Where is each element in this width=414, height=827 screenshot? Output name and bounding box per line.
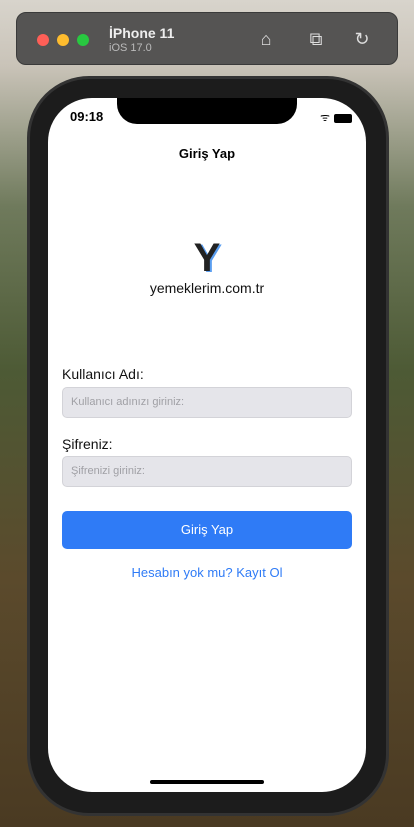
battery-icon [334, 113, 352, 123]
close-window-button[interactable] [37, 34, 49, 46]
wifi-icon: ᯤ [319, 112, 330, 124]
password-label: Şifreniz: [62, 436, 113, 452]
rotate-icon[interactable]: ↻ [350, 27, 374, 51]
register-link[interactable]: Hesabın yok mu? Kayıt Ol [48, 565, 366, 580]
device-name: İPhone 11 [109, 25, 175, 41]
status-time: 09:18 [70, 109, 104, 124]
username-label: Kullanıcı Adı: [62, 366, 144, 382]
home-indicator[interactable] [150, 780, 264, 784]
home-icon[interactable]: ⌂ [254, 27, 278, 51]
page-title: Giriş Yap [178, 146, 236, 161]
logo: Y yemeklerim.com.tr [48, 238, 366, 296]
zoom-window-button[interactable] [77, 34, 89, 46]
password-input[interactable]: Şifrenizi giriniz: [62, 456, 352, 487]
login-button[interactable]: Giriş Yap [62, 511, 352, 549]
logo-letter: Y [193, 236, 221, 280]
status-icons: ᯤ [320, 110, 352, 125]
logo-text: yemeklerim.com.tr [149, 280, 265, 296]
minimize-window-button[interactable] [57, 34, 69, 46]
username-input[interactable]: Kullanıcı adınızı giriniz: [62, 387, 352, 418]
phone-screen: 09:18 ᯤ Giriş Yap Y yemeklerim.com.tr Ku… [48, 98, 366, 792]
os-version: iOS 17.0 [109, 42, 152, 54]
notch [117, 98, 297, 124]
simulator-toolbar: İPhone 11 iOS 17.0 ⌂ ⧉ ↻ [16, 12, 398, 65]
screenshot-icon[interactable]: ⧉ [304, 27, 328, 51]
